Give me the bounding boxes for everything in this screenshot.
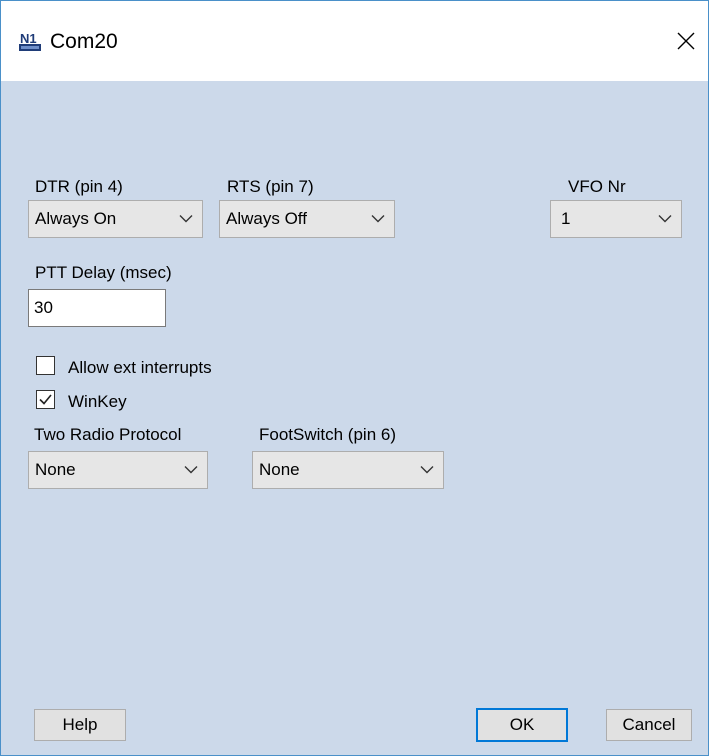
title-bar: N1 Com20 [1,1,708,81]
dtr-value: Always On [35,209,117,228]
close-icon [677,32,695,50]
footswitch-value: None [259,460,300,479]
rts-value: Always Off [226,209,307,228]
n1mm-logo-icon: N1 [19,31,41,51]
footswitch-label: FootSwitch (pin 6) [259,425,396,444]
checkmark-icon [39,394,52,405]
two-radio-protocol-label: Two Radio Protocol [34,425,182,444]
vfo-select[interactable]: 1 [550,200,682,238]
footswitch-select[interactable]: None [252,451,444,489]
ptt-delay-label: PTT Delay (msec) [35,263,172,282]
two-radio-protocol-value: None [35,460,76,479]
winkey-label: WinKey [68,392,127,411]
vfo-label: VFO Nr [568,177,626,196]
chevron-down-icon [184,466,198,474]
two-radio-protocol-select[interactable]: None [28,451,208,489]
svg-text:N1: N1 [20,31,37,46]
window-title: Com20 [50,30,118,53]
chevron-down-icon [179,215,193,223]
chevron-down-icon [658,215,672,223]
help-button[interactable]: Help [34,709,126,741]
dtr-label: DTR (pin 4) [35,177,123,196]
dtr-select[interactable]: Always On [28,200,203,238]
ok-button[interactable]: OK [476,708,568,742]
chevron-down-icon [420,466,434,474]
allow-ext-interrupts-checkbox[interactable] [36,356,55,375]
rts-select[interactable]: Always Off [219,200,395,238]
dialog-window: N1 Com20 DTR (pin 4) Always On RTS (pin … [0,0,709,756]
ptt-delay-input[interactable]: 30 [28,289,166,327]
allow-ext-interrupts-label: Allow ext interrupts [68,358,212,377]
rts-label: RTS (pin 7) [227,177,314,196]
winkey-checkbox[interactable] [36,390,55,409]
chevron-down-icon [371,215,385,223]
vfo-value: 1 [561,209,571,228]
cancel-button[interactable]: Cancel [606,709,692,741]
close-button[interactable] [664,21,708,61]
